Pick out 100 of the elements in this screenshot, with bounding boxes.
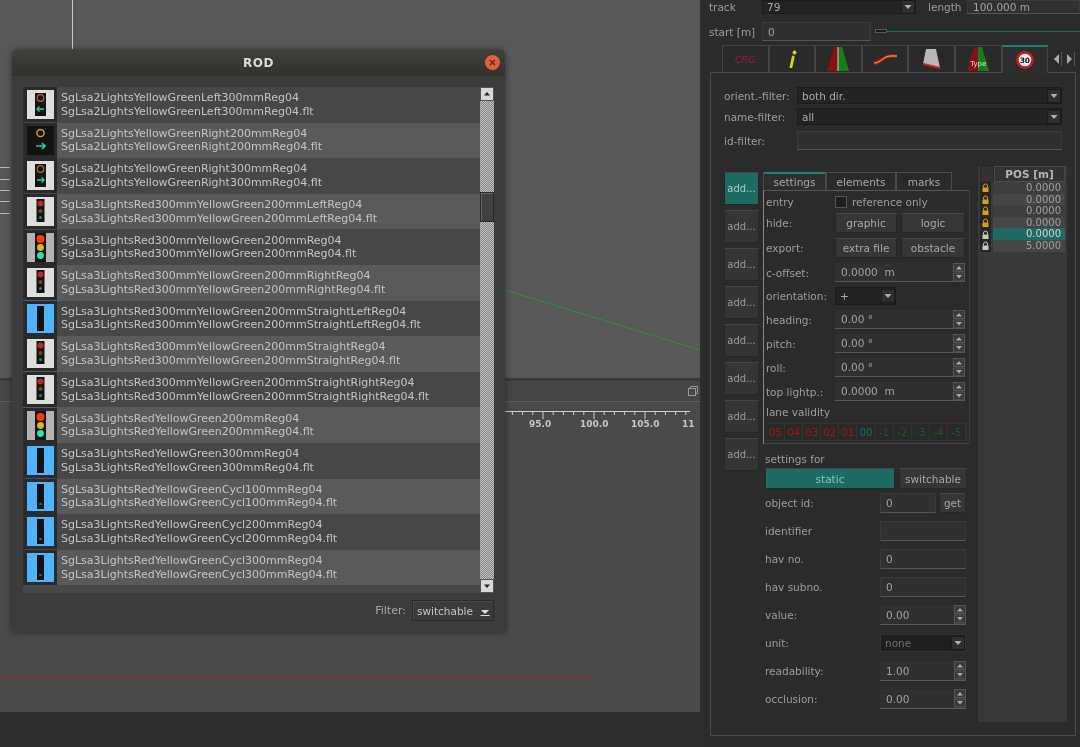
field-label: orient.-filter: — [724, 89, 791, 102]
add-button[interactable]: add... — [724, 172, 759, 205]
spin-box[interactable]: 0.0000 m — [835, 263, 965, 282]
spin-box[interactable]: 0.00 — [880, 689, 966, 709]
scroll-down-icon[interactable] — [480, 579, 494, 593]
dropdown[interactable]: all — [797, 108, 1062, 125]
list-item[interactable]: SgLsa3LightsRedYellowGreen200mmReg04 SgLsa3LightsRedYellowGreen200mmReg04.flt — [23, 407, 480, 443]
toggle-button[interactable]: obstacle — [901, 238, 965, 258]
column-header: POS [m] — [994, 166, 1065, 182]
list-item[interactable]: SgLsa3LightsRed300mmYellowGreen200mmLeftReg04 SgLsa3LightsRed300mmYellowGreen200mmLeftReg04.flt — [23, 193, 480, 230]
lock-icon[interactable] — [982, 218, 989, 228]
toggle-button[interactable]: logic — [901, 213, 965, 233]
get-button[interactable]: get — [939, 493, 966, 513]
position-cell[interactable]: 0.0000 — [993, 182, 1065, 194]
position-cell[interactable]: 0.0000 — [993, 205, 1065, 217]
road-profile-icon — [921, 48, 943, 70]
scroll-left-icon[interactable] — [1052, 51, 1063, 66]
tab[interactable]: settings — [763, 172, 826, 190]
list-item[interactable]: SgLsa3LightsRedYellowGreenCycl100mmReg04 SgLsa3LightsRedYellowGreenCycl100mmReg04.flt — [23, 478, 480, 515]
tab[interactable]: marks — [896, 172, 952, 190]
item-file-name: SgLsa3LightsRedYellowGreen200mmReg04.flt — [61, 425, 314, 439]
text-field[interactable]: 0 — [880, 577, 966, 597]
add-button[interactable]: add... — [724, 286, 759, 319]
list-item[interactable]: SgLsa3LightsRed300mmYellowGreen200mmRightReg04 SgLsa3LightsRed300mmYellowGreen200mmRightReg04.flt — [23, 264, 480, 301]
add-button[interactable]: add... — [724, 210, 759, 243]
scroll-up-icon[interactable] — [480, 87, 494, 101]
option-button[interactable]: switchable — [899, 468, 967, 489]
item-file-name: SgLsa3LightsRedYellowGreenCycl200mmReg04.flt — [61, 531, 338, 546]
item-file-name: SgLsa3LightsRed300mmYellowGreen200mmReg04.flt — [61, 247, 357, 261]
spin-box[interactable]: 0.00 ° — [835, 334, 965, 353]
toggle-button[interactable]: graphic — [835, 213, 897, 233]
spin-box[interactable]: 0.00 ° — [835, 310, 965, 329]
text-field[interactable]: 0 — [880, 493, 936, 513]
spin-arrows-icon — [953, 309, 965, 329]
spin-box[interactable]: 1.00 — [880, 661, 966, 681]
ruler-label: 11 — [682, 419, 695, 429]
traffic-light-icon — [23, 478, 57, 514]
field-label: pitch: — [766, 337, 797, 350]
item-name: SgLsa3LightsRed300mmYellowGreen200mmRightReg04 — [61, 269, 372, 283]
list-item[interactable]: SgLsa3LightsRed300mmYellowGreen200mmStraightReg04 SgLsa3LightsRed300mmYellowGreen200mmStraightReg04.flt — [23, 336, 480, 372]
dropdown[interactable]: both dir. — [797, 87, 1062, 104]
position-cell[interactable]: 0.0000 — [993, 228, 1065, 240]
item-file-name: SgLsa3LightsRed300mmYellowGreen200mmStraightRightReg04.flt — [61, 389, 430, 404]
traffic-light-icon — [23, 265, 57, 301]
curve-icon — [872, 52, 898, 66]
dropdown[interactable]: none — [880, 634, 966, 652]
option-button[interactable]: static — [765, 468, 895, 489]
add-button[interactable]: add... — [724, 248, 759, 281]
lock-icon[interactable] — [982, 194, 989, 204]
field-label: top lightp.: — [766, 385, 825, 398]
field-label: track — [709, 1, 737, 13]
tab[interactable]: elements — [826, 172, 896, 190]
tab[interactable] — [768, 45, 816, 72]
spin-box[interactable]: 0.00 ° — [835, 358, 965, 377]
scroll-right-icon[interactable] — [1065, 51, 1076, 66]
item-file-name: SgLsa3LightsRedYellowGreenCycl300mmReg04.flt — [61, 567, 338, 581]
lane-number[interactable]: 00 — [859, 426, 873, 438]
length-field[interactable]: 100.000 m — [967, 0, 1080, 14]
checkbox[interactable] — [835, 196, 847, 208]
add-button[interactable]: add... — [724, 400, 759, 433]
item-name: SgLsa3LightsRedYellowGreen300mmReg04 — [61, 447, 301, 461]
track-dropdown[interactable]: 79 — [762, 0, 916, 14]
slider-handle[interactable] — [875, 29, 887, 33]
lock-icon[interactable] — [982, 183, 989, 193]
checkbox-label: reference only — [852, 196, 928, 208]
item-file-name: SgLsa2LightsYellowGreenRight300mmReg04.flt — [61, 176, 322, 190]
start-field[interactable]: 0 — [762, 22, 871, 41]
add-button[interactable]: add... — [724, 324, 759, 357]
caret-down-icon — [951, 636, 965, 650]
close-icon[interactable] — [485, 55, 500, 70]
dropdown[interactable]: + — [835, 287, 896, 305]
caret-down-icon — [1047, 109, 1061, 124]
field-label: c-offset: — [766, 266, 810, 279]
text-field[interactable] — [880, 521, 966, 541]
item-file-name: SgLsa3LightsRedYellowGreenCycl100mmReg04.flt — [61, 496, 338, 510]
scrollbar-track[interactable] — [480, 87, 494, 593]
ruler-label: 95.0 — [529, 419, 552, 429]
spin-arrows-icon — [953, 381, 965, 401]
text-field[interactable] — [797, 131, 1062, 150]
item-name: SgLsa3LightsRedYellowGreen200mmReg04 — [61, 411, 301, 426]
spin-arrows-icon — [953, 333, 965, 353]
scrollbar-thumb[interactable] — [480, 192, 494, 222]
toggle-button[interactable]: extra file — [835, 238, 897, 258]
text-field[interactable]: 0 — [880, 549, 966, 569]
add-button[interactable]: add... — [724, 362, 759, 395]
spin-box[interactable]: 0.00 — [880, 605, 966, 625]
spin-box[interactable]: 0.0000 m — [835, 382, 965, 401]
traffic-light-icon — [23, 336, 57, 372]
lock-icon[interactable] — [982, 229, 989, 239]
list-item[interactable]: SgLsa3LightsRedYellowGreenCycl300mmReg04 SgLsa3LightsRedYellowGreenCycl300mmReg04.flt — [23, 549, 480, 586]
tab[interactable] — [908, 45, 955, 72]
list-item[interactable]: SgLsa2LightsYellowGreenRight200mmReg04 SgLsa2LightsYellowGreenRight200mmReg04.flt — [23, 122, 480, 159]
traffic-light-icon — [23, 87, 57, 123]
tab[interactable] — [861, 45, 909, 72]
item-file-name: SgLsa3LightsRed300mmYellowGreen200mmLeftReg04.flt — [61, 211, 377, 226]
lock-icon[interactable] — [982, 206, 989, 216]
filter-dropdown[interactable]: switchable — [412, 600, 494, 621]
add-button[interactable]: add... — [724, 438, 759, 471]
lock-icon[interactable] — [982, 241, 989, 251]
restore-icon[interactable] — [688, 386, 698, 396]
